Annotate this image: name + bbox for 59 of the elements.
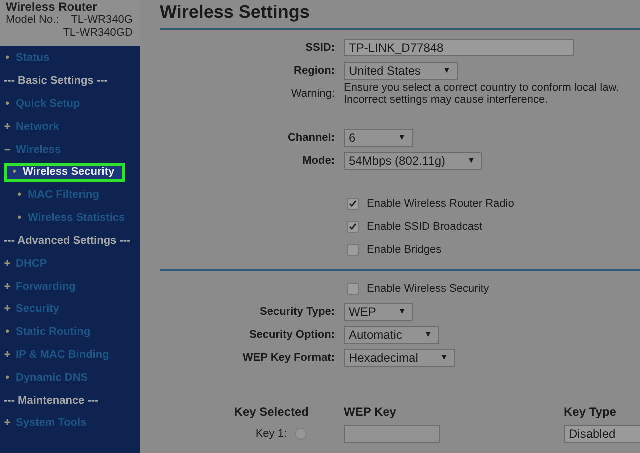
- page-title: Wireless Settings: [160, 2, 311, 24]
- dropdown[interactable]: Hexadecimal ▼: [344, 348, 456, 366]
- key-label: Key 1:: [256, 428, 287, 440]
- checkbox-label: Enable Wireless Security: [367, 282, 490, 294]
- key-type-dropdown[interactable]: Disabled: [564, 425, 640, 443]
- nav-section-heading: --- Advanced Settings ---: [3, 234, 132, 249]
- nav-link[interactable]: + IP & MAC Binding: [0, 344, 140, 366]
- caret-icon: ▼: [440, 353, 448, 362]
- nav-link[interactable]: + DHCP: [0, 252, 140, 276]
- checkbox[interactable]: [347, 198, 359, 210]
- nav-link[interactable]: + System Tools: [0, 412, 140, 435]
- nav-link[interactable]: – Wireless: [0, 138, 140, 161]
- dropdown[interactable]: United States ▼: [344, 62, 458, 80]
- nav-section-heading: --- Basic Settings ---: [3, 74, 109, 90]
- field-label: Security Type:: [259, 306, 335, 318]
- checkbox-label: Enable Wireless Router Radio: [367, 198, 514, 210]
- field-label: WEP Key Format:: [242, 352, 335, 364]
- model-number: TL-WR340GD: [63, 27, 133, 40]
- field-label: SSID:: [304, 42, 335, 54]
- caret-icon: ▼: [398, 307, 406, 316]
- dropdown[interactable]: Automatic ▼: [344, 326, 440, 344]
- field-label: Mode:: [302, 154, 335, 166]
- nav-link[interactable]: • Wireless Security: [4, 162, 125, 182]
- field-label: Warning:: [290, 88, 335, 100]
- column-header: Key Selected: [233, 405, 310, 419]
- ssid-input[interactable]: TP-LINK_D77848: [344, 39, 574, 56]
- model-label: Model No.:: [6, 14, 60, 28]
- dropdown[interactable]: 6 ▼: [344, 128, 413, 146]
- wep-key-input[interactable]: [344, 425, 440, 443]
- nav-link[interactable]: • Static Routing: [0, 320, 140, 344]
- field-label: Security Option:: [248, 328, 335, 340]
- checkbox[interactable]: [347, 220, 359, 232]
- nav-link[interactable]: + Security: [0, 298, 140, 321]
- field-label: Channel:: [286, 132, 335, 144]
- nav-link[interactable]: + Forwarding: [0, 275, 140, 298]
- nav-section-heading: --- Maintenance ---: [3, 394, 100, 409]
- checkbox[interactable]: [347, 244, 359, 256]
- checkbox[interactable]: [347, 282, 359, 294]
- warning-text: Ensure you select a correct country to conform local law.: [344, 82, 620, 94]
- caret-icon: ▼: [424, 330, 432, 339]
- nav-link[interactable]: • MAC Filtering: [0, 184, 140, 207]
- nav-link[interactable]: • Status: [0, 47, 140, 70]
- caret-icon: ▼: [468, 156, 476, 165]
- dropdown[interactable]: 54Mbps (802.11g) ▼: [344, 152, 482, 170]
- checkbox-label: Enable Bridges: [367, 244, 442, 256]
- model-number: TL-WR340G: [71, 14, 133, 27]
- column-header: Key Type: [564, 405, 618, 419]
- caret-icon: ▼: [398, 133, 406, 142]
- nav-link[interactable]: • Dynamic DNS: [0, 366, 140, 390]
- field-label: Region:: [293, 64, 335, 76]
- caret-icon: ▼: [443, 66, 451, 75]
- warning-text: Incorrect settings may cause interference.: [344, 94, 548, 106]
- checkbox-label: Enable SSID Broadcast: [367, 220, 483, 232]
- dropdown[interactable]: WEP ▼: [344, 302, 414, 320]
- nav-link[interactable]: • Wireless Statistics: [0, 206, 140, 230]
- nav-link[interactable]: • Quick Setup: [0, 92, 140, 116]
- nav-link[interactable]: + Network: [0, 115, 140, 138]
- product-name: Wireless Router: [6, 1, 98, 14]
- column-header: WEP Key: [344, 405, 398, 419]
